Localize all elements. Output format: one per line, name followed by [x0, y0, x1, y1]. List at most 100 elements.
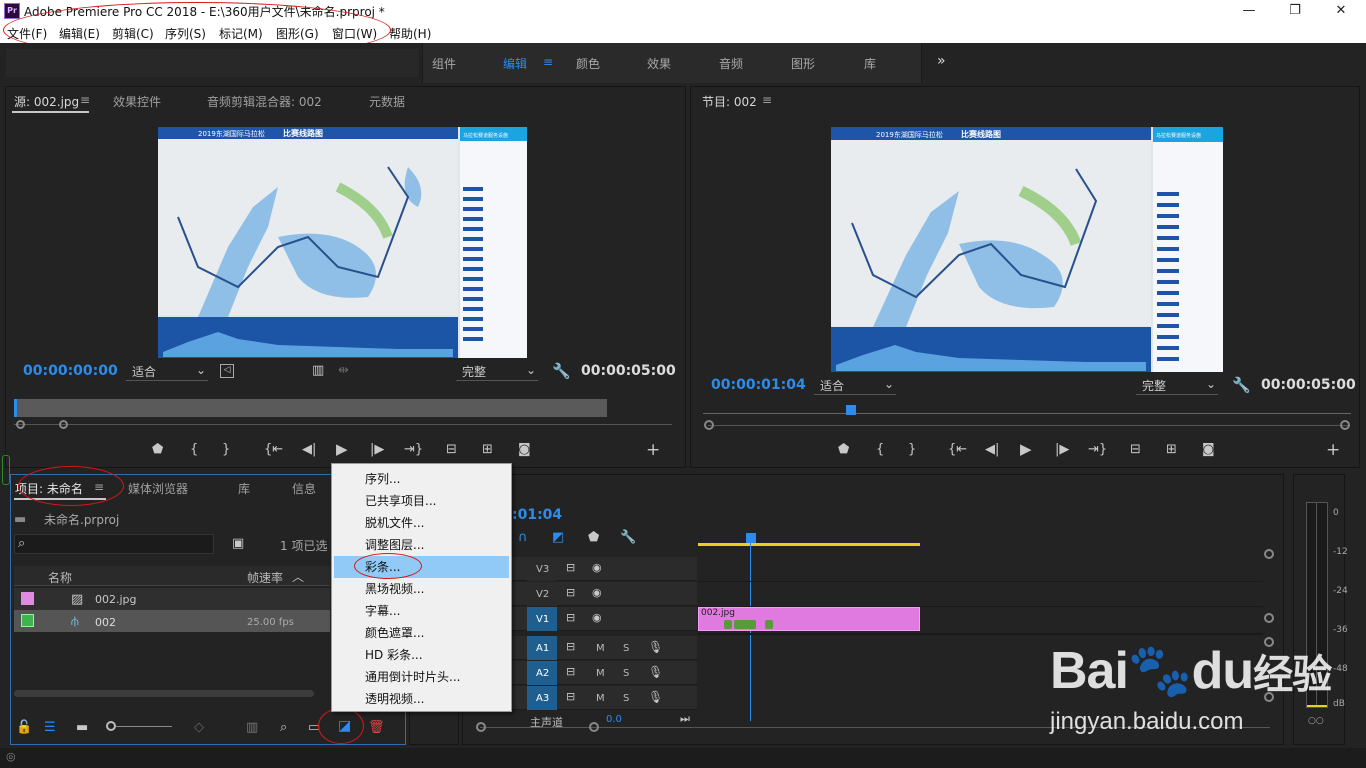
step-forward-icon[interactable]: |▶ [370, 442, 384, 457]
step-back-icon[interactable]: ◀| [985, 442, 999, 457]
workspace-graphics[interactable]: 图形 [791, 55, 815, 72]
insert-icon[interactable]: ⊟ [446, 442, 457, 457]
mark-in-icon[interactable]: { [190, 442, 198, 457]
sync-lock-icon[interactable]: ⊟ [566, 561, 575, 574]
play-icon[interactable]: ▶ [1020, 440, 1032, 458]
horizontal-scrollbar[interactable] [14, 690, 314, 697]
program-zoom-bar[interactable] [708, 425, 1348, 426]
label-color-swatch[interactable] [21, 592, 34, 605]
keyframe-marker[interactable] [734, 620, 756, 629]
tab-metadata[interactable]: 元数据 [369, 93, 405, 110]
add-marker-icon[interactable]: ⬟ [152, 442, 163, 457]
solo-button[interactable]: S [623, 693, 629, 704]
sync-lock-icon[interactable]: ⊟ [566, 640, 575, 653]
mark-out-icon[interactable]: } [908, 442, 916, 457]
list-item[interactable] [14, 588, 330, 610]
zoom-slider-handle[interactable] [106, 721, 116, 731]
tab-media-browser[interactable]: 媒体浏览器 [128, 480, 188, 497]
go-to-end-icon[interactable]: ⏭ [680, 712, 690, 726]
restore-button[interactable]: ❐ [1272, 0, 1318, 22]
sort-icons-icon[interactable]: ◇ [194, 720, 204, 735]
eye-icon[interactable]: ◉ [592, 586, 602, 599]
play-icon[interactable]: ▶ [336, 440, 348, 458]
workspace-assembly[interactable]: 组件 [432, 55, 456, 72]
menu-item-hd-bars[interactable]: HD 彩条... [334, 644, 509, 666]
microphone-icon[interactable]: 🎙 [648, 640, 663, 654]
zoom-handle-left[interactable] [476, 722, 486, 732]
tab-program[interactable]: 节目: 002 [702, 93, 757, 110]
add-marker-icon[interactable]: ⬟ [588, 530, 599, 545]
mark-out-icon[interactable]: } [222, 442, 230, 457]
mark-in-icon[interactable]: { [876, 442, 884, 457]
workspace-libraries[interactable]: 库 [864, 55, 876, 72]
program-quality-select[interactable]: 完整 ⌄ [1136, 377, 1218, 395]
source-playhead[interactable] [14, 399, 17, 417]
wrench-icon[interactable]: 🔧 [620, 530, 636, 545]
panel-menu-icon[interactable]: ≡ [762, 93, 772, 107]
menu-item-black-video[interactable]: 黑场视频... [334, 578, 509, 600]
work-area-bar[interactable] [698, 543, 920, 546]
zoom-handle-left[interactable] [16, 420, 25, 429]
tab-info[interactable]: 信息 [292, 480, 316, 497]
camera-icon[interactable]: ◙ [518, 442, 531, 457]
menu-item-offline-file[interactable]: 脱机文件... [334, 512, 509, 534]
new-bin-from-search-icon[interactable]: ▣ [232, 536, 244, 551]
label-color-swatch[interactable] [21, 614, 34, 627]
project-search-input[interactable] [14, 534, 214, 554]
find-icon[interactable]: ⌕ [280, 720, 287, 735]
extract-icon[interactable]: ⊞ [1166, 442, 1177, 457]
timeline-timecode[interactable]: :01:04 [512, 507, 562, 523]
tab-effect-controls[interactable]: 效果控件 [113, 93, 161, 110]
solo-indicator-icon[interactable]: ○○ [1308, 716, 1324, 726]
trash-icon[interactable]: 🗑 [368, 720, 385, 735]
solo-button[interactable]: S [623, 643, 629, 654]
source-zoom-bar[interactable] [14, 424, 672, 425]
panel-menu-icon[interactable]: ≡ [80, 93, 90, 107]
workspace-effects[interactable]: 效果 [647, 55, 671, 72]
drag-video-icon[interactable]: ⇹ [338, 363, 349, 378]
menu-item-captions[interactable]: 字幕... [334, 600, 509, 622]
timeline-playhead-handle[interactable] [746, 533, 756, 543]
menu-item-countdown-leader[interactable]: 通用倒计时片头... [334, 666, 509, 688]
go-to-in-icon[interactable]: {⇤ [264, 442, 283, 457]
keyframe-marker[interactable] [724, 620, 732, 629]
export-frame-icon[interactable]: ◁ [220, 364, 234, 378]
add-button-icon[interactable]: + [1326, 440, 1340, 460]
go-to-out-icon[interactable]: ⇥} [404, 442, 423, 457]
linked-selection-icon[interactable]: ◩ [552, 530, 564, 545]
source-timeline-ruler[interactable] [14, 399, 607, 417]
mute-button[interactable]: M [596, 668, 605, 679]
lift-icon[interactable]: ⊟ [1130, 442, 1141, 457]
overwrite-icon[interactable]: ⊞ [482, 442, 493, 457]
menu-item-transparent-video[interactable]: 透明视频... [334, 688, 509, 710]
mute-button[interactable]: M [596, 643, 605, 654]
zoom-handle-right[interactable] [1340, 420, 1350, 430]
tab-source[interactable]: 源: 002.jpg [14, 93, 79, 110]
microphone-icon[interactable]: 🎙 [648, 665, 663, 679]
zoom-handle-right[interactable] [589, 722, 599, 732]
vertical-zoom-handle[interactable] [1264, 613, 1274, 623]
eye-icon[interactable]: ◉ [592, 561, 602, 574]
master-volume-value[interactable]: 0.0 [606, 714, 622, 725]
insert-icon[interactable]: ▥ [312, 363, 324, 378]
source-fit-select[interactable]: 适合 ⌄ [126, 363, 208, 381]
wrench-icon[interactable]: 🔧 [1232, 376, 1251, 394]
icon-view-icon[interactable]: ▬ [76, 720, 88, 735]
lock-icon[interactable]: 🔓 [16, 720, 32, 735]
step-forward-icon[interactable]: |▶ [1055, 442, 1069, 457]
program-playhead[interactable] [846, 405, 856, 415]
go-to-in-icon[interactable]: {⇤ [948, 442, 967, 457]
zoom-handle-right[interactable] [59, 420, 68, 429]
vertical-zoom-handle[interactable] [1264, 549, 1274, 559]
sync-lock-icon[interactable]: ⊟ [566, 690, 575, 703]
menu-item-shared-project[interactable]: 已共享项目... [334, 490, 509, 512]
list-view-icon[interactable]: ☰ [44, 720, 56, 735]
sync-lock-icon[interactable]: ⊟ [566, 665, 575, 678]
sync-lock-icon[interactable]: ⊟ [566, 586, 575, 599]
menu-help[interactable]: 帮助(H) [389, 25, 431, 42]
program-timecode[interactable]: 00:00:01:04 [711, 377, 806, 393]
column-name[interactable]: 名称 [48, 569, 72, 586]
microphone-icon[interactable]: 🎙 [648, 690, 663, 704]
solo-button[interactable]: S [623, 668, 629, 679]
add-marker-icon[interactable]: ⬟ [838, 442, 849, 457]
